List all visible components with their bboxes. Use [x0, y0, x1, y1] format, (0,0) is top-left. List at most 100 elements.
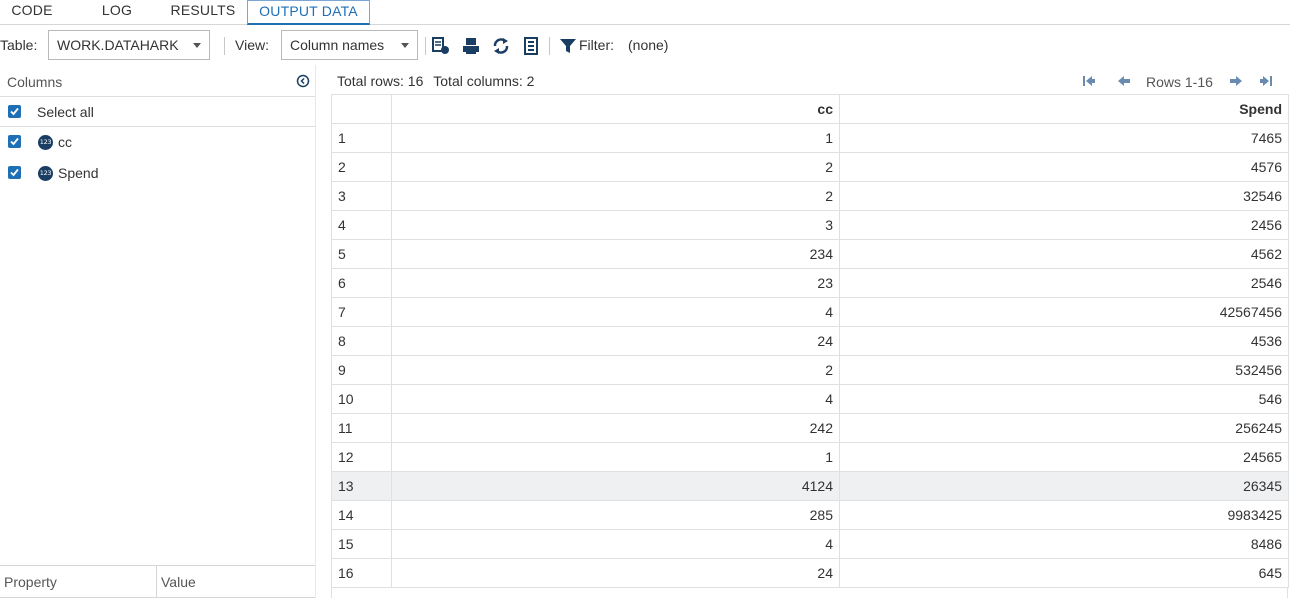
table-row[interactable]: 1 1 7465	[331, 123, 1289, 153]
first-page-icon[interactable]	[1082, 74, 1096, 88]
row-number-cell: 11	[331, 413, 392, 443]
tab-output-data[interactable]: OUTPUT DATA	[247, 0, 370, 25]
spend-cell: 4576	[839, 152, 1289, 182]
row-number-cell: 9	[331, 355, 392, 385]
spend-cell: 256245	[839, 413, 1289, 443]
row-number-cell: 1	[331, 123, 392, 153]
table-row[interactable]: 3 2 32546	[331, 181, 1289, 211]
toolbar-divider	[425, 37, 426, 55]
columns-panel-header: Columns	[0, 65, 315, 97]
column-item-spend[interactable]: 123 Spend	[0, 158, 315, 188]
column-header-spend[interactable]: Spend	[839, 94, 1289, 124]
tab-results[interactable]: RESULTS	[166, 0, 240, 25]
table-row[interactable]: 8 24 4536	[331, 326, 1289, 356]
filter-label: Filter:	[579, 37, 614, 53]
spend-cell: 2456	[839, 210, 1289, 240]
data-properties-icon[interactable]	[432, 37, 450, 55]
total-columns: Total columns: 2	[433, 73, 535, 89]
chevron-down-icon	[193, 43, 201, 48]
spend-cell: 26345	[839, 471, 1289, 501]
next-page-icon[interactable]	[1229, 74, 1243, 88]
panel-splitter[interactable]	[315, 65, 316, 598]
cc-cell: 2	[391, 181, 840, 211]
cc-cell: 4124	[391, 471, 840, 501]
table-row[interactable]: 7 4 42567456	[331, 297, 1289, 327]
cc-cell: 234	[391, 239, 840, 269]
view-label: View:	[235, 37, 269, 53]
toolbar-divider	[549, 37, 550, 55]
columns-panel-title: Columns	[7, 74, 63, 90]
row-number-cell: 3	[331, 181, 392, 211]
last-page-icon[interactable]	[1259, 74, 1273, 88]
numeric-type-icon: 123	[38, 135, 53, 150]
row-number-cell: 8	[331, 326, 392, 356]
spend-cell: 24565	[839, 442, 1289, 472]
table-row[interactable]: 6 23 2546	[331, 268, 1289, 298]
select-all-checkbox[interactable]	[8, 105, 21, 118]
table-row[interactable]: 2 2 4576	[331, 152, 1289, 182]
table-label: Table:	[0, 37, 38, 53]
row-number-cell: 5	[331, 239, 392, 269]
row-number-cell: 14	[331, 500, 392, 530]
column-header-cc[interactable]: cc	[391, 94, 840, 124]
column-list-icon[interactable]	[522, 37, 540, 55]
cc-cell: 3	[391, 210, 840, 240]
toolbar: Table: WORK.DATAHARK View: Column names …	[0, 25, 1290, 65]
spend-cell: 2546	[839, 268, 1289, 298]
property-header: Property	[4, 574, 57, 590]
table-row[interactable]: 10 4 546	[331, 384, 1289, 414]
column-checkbox-spend[interactable]	[8, 166, 21, 179]
cc-cell: 2	[391, 355, 840, 385]
view-select-value: Column names	[290, 37, 385, 53]
previous-page-icon[interactable]	[1117, 74, 1131, 88]
select-all-row[interactable]: Select all	[0, 97, 315, 127]
filter-icon[interactable]	[559, 37, 577, 55]
collapse-panel-icon[interactable]	[296, 74, 310, 88]
table-select[interactable]: WORK.DATAHARK	[48, 30, 210, 60]
row-number-cell: 12	[331, 442, 392, 472]
column-name: cc	[58, 134, 72, 150]
row-number-cell: 16	[331, 558, 392, 588]
columns-panel: Columns Select all 123 cc 123 Spend Prop…	[0, 65, 315, 598]
tab-bar: CODE LOG RESULTS OUTPUT DATA	[0, 0, 1290, 25]
tab-code[interactable]: CODE	[0, 0, 64, 25]
table-select-value: WORK.DATAHARK	[57, 37, 179, 53]
spend-cell: 645	[839, 558, 1289, 588]
chevron-down-icon	[401, 43, 409, 48]
property-table-header: Property Value	[0, 565, 315, 598]
tab-log[interactable]: LOG	[86, 0, 148, 25]
table-row[interactable]: 13 4124 26345	[331, 471, 1289, 501]
numeric-type-icon: 123	[38, 166, 53, 181]
table-row[interactable]: 4 3 2456	[331, 210, 1289, 240]
spend-cell: 42567456	[839, 297, 1289, 327]
row-number-header	[331, 94, 392, 124]
cc-cell: 24	[391, 558, 840, 588]
table-row[interactable]: 9 2 532456	[331, 355, 1289, 385]
refresh-icon[interactable]	[492, 37, 510, 55]
row-number-cell: 7	[331, 297, 392, 327]
view-select[interactable]: Column names	[281, 30, 418, 60]
table-row[interactable]: 14 285 9983425	[331, 500, 1289, 530]
column-checkbox-cc[interactable]	[8, 135, 21, 148]
grid-header-row: cc Spend	[331, 94, 1289, 124]
table-row[interactable]: 5 234 4562	[331, 239, 1289, 269]
print-icon[interactable]	[462, 37, 480, 55]
spend-cell: 546	[839, 384, 1289, 414]
cc-cell: 285	[391, 500, 840, 530]
toolbar-divider	[224, 37, 225, 55]
rows-range: Rows 1-16	[1146, 74, 1213, 90]
row-number-cell: 13	[331, 471, 392, 501]
cc-cell: 4	[391, 384, 840, 414]
row-number-cell: 2	[331, 152, 392, 182]
table-row[interactable]: 16 24 645	[331, 558, 1289, 588]
cc-cell: 1	[391, 442, 840, 472]
cc-cell: 4	[391, 529, 840, 559]
table-row[interactable]: 12 1 24565	[331, 442, 1289, 472]
row-number-cell: 6	[331, 268, 392, 298]
column-item-cc[interactable]: 123 cc	[0, 127, 315, 157]
table-row[interactable]: 15 4 8486	[331, 529, 1289, 559]
spend-cell: 32546	[839, 181, 1289, 211]
spend-cell: 8486	[839, 529, 1289, 559]
cc-cell: 2	[391, 152, 840, 182]
table-row[interactable]: 11 242 256245	[331, 413, 1289, 443]
